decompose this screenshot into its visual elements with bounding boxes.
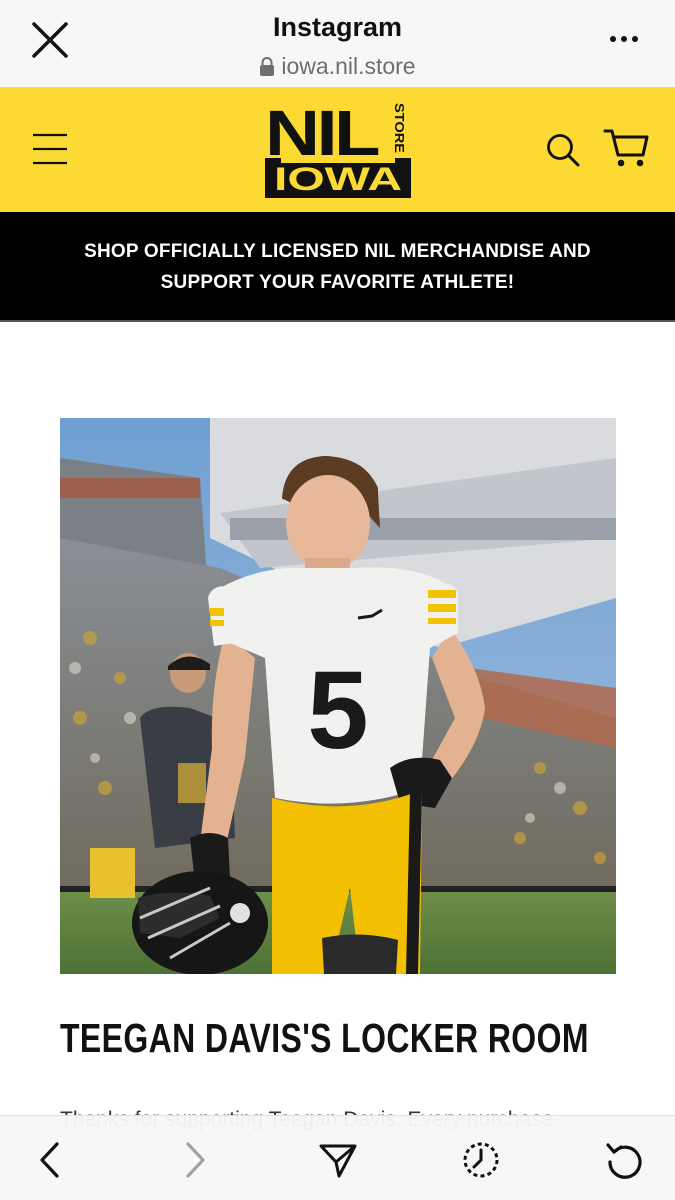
page-title: TEEGAN DAVIS'S LOCKER ROOM [60,1015,589,1061]
back-icon[interactable] [30,1140,70,1180]
lock-icon [260,56,275,76]
search-icon[interactable] [545,132,581,168]
cart-icon[interactable] [603,127,649,169]
url-display[interactable]: iowa.nil.store [0,53,675,80]
history-icon[interactable] [460,1140,500,1180]
more-icon[interactable] [609,27,639,51]
logo-nil-text: NIL [265,100,379,169]
forward-icon[interactable] [175,1140,215,1180]
share-icon[interactable] [318,1140,358,1180]
hamburger-menu-icon[interactable] [32,132,68,166]
athlete-hero-image: 5 [60,418,616,974]
nil-store-iowa-logo[interactable]: NIL STORE IOWA [265,100,411,200]
banner-divider [0,320,675,322]
url-text: iowa.nil.store [281,53,416,79]
reload-icon[interactable] [604,1140,644,1180]
browser-title: Instagram [272,12,403,42]
promo-banner-text: SHOP OFFICIALLY LICENSED NIL MERCHANDISE… [84,241,591,293]
logo-store-text: STORE [392,103,407,153]
logo-iowa-text: IOWA [274,161,402,197]
jersey-number: 5 [307,649,368,772]
promo-banner: SHOP OFFICIALLY LICENSED NIL MERCHANDISE… [0,212,675,322]
